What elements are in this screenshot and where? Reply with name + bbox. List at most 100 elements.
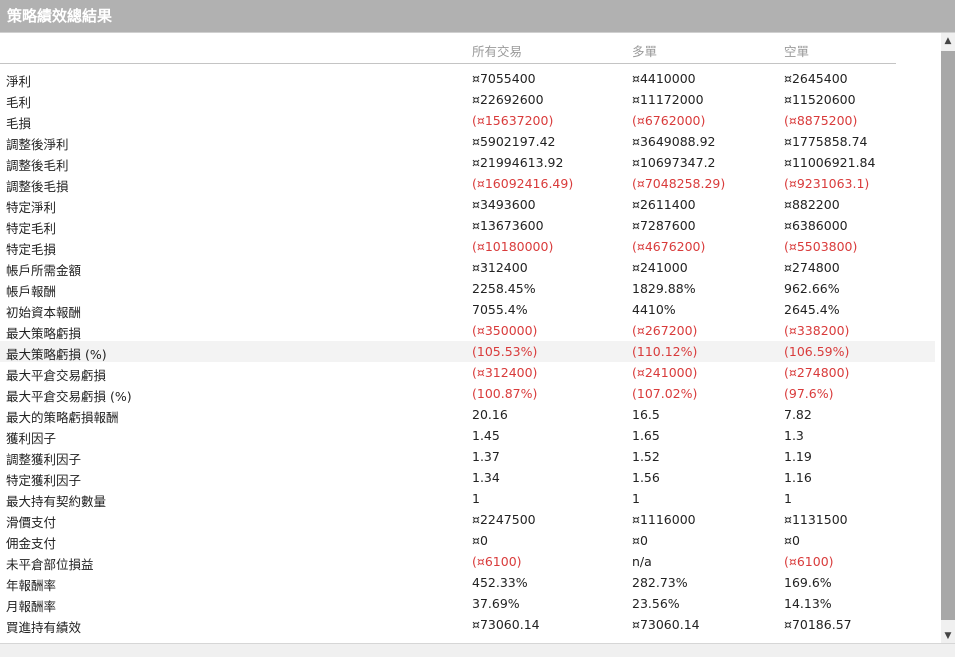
value-short: 14.13% bbox=[784, 596, 832, 611]
value-long: 1829.88% bbox=[632, 281, 696, 296]
row-label: 買進持有績效 bbox=[6, 620, 82, 635]
value-long: ¤241000 bbox=[632, 260, 688, 275]
value-long: ¤73060.14 bbox=[632, 617, 700, 632]
table-row: 滑價支付 ¤2247500 ¤1116000 ¤1131500 bbox=[0, 509, 935, 530]
value-long: ¤4410000 bbox=[632, 71, 696, 86]
value-long: (107.02%) bbox=[632, 386, 698, 401]
row-label: 毛損 bbox=[6, 116, 32, 131]
value-all-trades: 37.69% bbox=[472, 596, 520, 611]
value-long: 1.52 bbox=[632, 449, 660, 464]
value-short: 7.82 bbox=[784, 407, 812, 422]
value-all-trades: (¤16092416.49) bbox=[472, 176, 574, 191]
value-short: (106.59%) bbox=[784, 344, 850, 359]
row-label: 未平倉部位損益 bbox=[6, 557, 94, 572]
value-long: (¤7048258.29) bbox=[632, 176, 726, 191]
row-label: 滑價支付 bbox=[6, 515, 57, 530]
value-long: ¤2611400 bbox=[632, 197, 696, 212]
value-short: ¤70186.57 bbox=[784, 617, 852, 632]
value-long: 1.56 bbox=[632, 470, 660, 485]
value-long: ¤0 bbox=[632, 533, 648, 548]
table-row: 淨利 ¤7055400 ¤4410000 ¤2645400 bbox=[0, 68, 935, 89]
value-all-trades: (¤10180000) bbox=[472, 239, 554, 254]
value-short: 2645.4% bbox=[784, 302, 840, 317]
table-row: 獲利因子 1.45 1.65 1.3 bbox=[0, 425, 935, 446]
value-long: 16.5 bbox=[632, 407, 660, 422]
value-long: 282.73% bbox=[632, 575, 688, 590]
table-row: 佣金支付 ¤0 ¤0 ¤0 bbox=[0, 530, 935, 551]
table-row: 特定淨利 ¤3493600 ¤2611400 ¤882200 bbox=[0, 194, 935, 215]
header-all-trades: 所有交易 bbox=[472, 44, 523, 59]
table-row: 毛利 ¤22692600 ¤11172000 ¤11520600 bbox=[0, 89, 935, 110]
row-label: 最大平倉交易虧損 bbox=[6, 368, 107, 383]
value-short: ¤11006921.84 bbox=[784, 155, 876, 170]
value-short: ¤274800 bbox=[784, 260, 840, 275]
row-label: 特定毛損 bbox=[6, 242, 57, 257]
value-all-trades: 2258.45% bbox=[472, 281, 536, 296]
value-long: n/a bbox=[632, 554, 652, 569]
table-row: 帳戶報酬 2258.45% 1829.88% 962.66% bbox=[0, 278, 935, 299]
row-label: 帳戶所需金額 bbox=[6, 263, 82, 278]
row-label: 最大持有契約數量 bbox=[6, 494, 107, 509]
table-row: 最大策略虧損 (%) (105.53%) (110.12%) (106.59%) bbox=[0, 341, 935, 362]
value-all-trades: 1.45 bbox=[472, 428, 500, 443]
row-label: 帳戶報酬 bbox=[6, 284, 57, 299]
value-short: ¤1775858.74 bbox=[784, 134, 868, 149]
vertical-scrollbar[interactable]: ▲ ▼ bbox=[941, 33, 955, 644]
value-short: 1 bbox=[784, 491, 792, 506]
value-all-trades: (105.53%) bbox=[472, 344, 538, 359]
value-all-trades: ¤22692600 bbox=[472, 92, 544, 107]
table-row: 最大的策略虧損報酬 20.16 16.5 7.82 bbox=[0, 404, 935, 425]
value-long: 23.56% bbox=[632, 596, 680, 611]
results-table: 所有交易 多單 空單 淨利 ¤7055400 ¤4410000 ¤2645400 毛利 ¤… bbox=[0, 33, 940, 644]
row-label: 最大平倉交易虧損 (%) bbox=[6, 389, 132, 404]
table-row: 最大持有契約數量 1 1 1 bbox=[0, 488, 935, 509]
row-label: 月報酬率 bbox=[6, 599, 57, 614]
header-long: 多單 bbox=[632, 44, 658, 59]
row-label: 獲利因子 bbox=[6, 431, 57, 446]
scrollbar-thumb[interactable] bbox=[941, 51, 955, 620]
value-all-trades: ¤21994613.92 bbox=[472, 155, 564, 170]
window-title: 策略績效總結果 bbox=[0, 0, 955, 32]
row-label: 特定毛利 bbox=[6, 221, 57, 236]
value-all-trades: 7055.4% bbox=[472, 302, 528, 317]
chevron-up-icon[interactable]: ▲ bbox=[941, 33, 955, 49]
table-row: 毛損 (¤15637200) (¤6762000) (¤8875200) bbox=[0, 110, 935, 131]
value-all-trades: ¤13673600 bbox=[472, 218, 544, 233]
table-row: 初始資本報酬 7055.4% 4410% 2645.4% bbox=[0, 299, 935, 320]
row-label: 淨利 bbox=[6, 74, 32, 89]
value-long: 4410% bbox=[632, 302, 676, 317]
value-all-trades: ¤312400 bbox=[472, 260, 528, 275]
value-short: (¤9231063.1) bbox=[784, 176, 870, 191]
value-short: 1.19 bbox=[784, 449, 812, 464]
value-long: (¤241000) bbox=[632, 365, 698, 380]
value-all-trades: 1.34 bbox=[472, 470, 500, 485]
value-short: ¤1131500 bbox=[784, 512, 848, 527]
row-label: 初始資本報酬 bbox=[6, 305, 82, 320]
table-row: 未平倉部位損益 (¤6100) n/a (¤6100) bbox=[0, 551, 935, 572]
row-label: 最大策略虧損 (%) bbox=[6, 347, 107, 362]
value-all-trades: ¤0 bbox=[472, 533, 488, 548]
value-all-trades: 20.16 bbox=[472, 407, 508, 422]
value-all-trades: 1.37 bbox=[472, 449, 500, 464]
summary-panel: 所有交易 多單 空單 淨利 ¤7055400 ¤4410000 ¤2645400 毛利 ¤… bbox=[0, 32, 955, 644]
value-long: ¤10697347.2 bbox=[632, 155, 716, 170]
row-label: 調整後淨利 bbox=[6, 137, 69, 152]
value-short: ¤11520600 bbox=[784, 92, 856, 107]
table-row: 特定毛利 ¤13673600 ¤7287600 ¤6386000 bbox=[0, 215, 935, 236]
table-row: 年報酬率 452.33% 282.73% 169.6% bbox=[0, 572, 935, 593]
row-label: 最大的策略虧損報酬 bbox=[6, 410, 119, 425]
value-long: ¤7287600 bbox=[632, 218, 696, 233]
chevron-down-icon[interactable]: ▼ bbox=[941, 628, 955, 644]
value-short: 169.6% bbox=[784, 575, 832, 590]
value-short: (¤8875200) bbox=[784, 113, 858, 128]
value-all-trades: ¤73060.14 bbox=[472, 617, 540, 632]
value-all-trades: ¤2247500 bbox=[472, 512, 536, 527]
value-short: ¤6386000 bbox=[784, 218, 848, 233]
table-row: 調整後淨利 ¤5902197.42 ¤3649088.92 ¤1775858.74 bbox=[0, 131, 935, 152]
row-label: 年報酬率 bbox=[6, 578, 57, 593]
value-short: (¤274800) bbox=[784, 365, 850, 380]
table-row: 調整後毛利 ¤21994613.92 ¤10697347.2 ¤11006921.84 bbox=[0, 152, 935, 173]
value-all-trades: (¤15637200) bbox=[472, 113, 554, 128]
row-label: 毛利 bbox=[6, 95, 32, 110]
table-row: 調整後毛損 (¤16092416.49) (¤7048258.29) (¤923106… bbox=[0, 173, 935, 194]
